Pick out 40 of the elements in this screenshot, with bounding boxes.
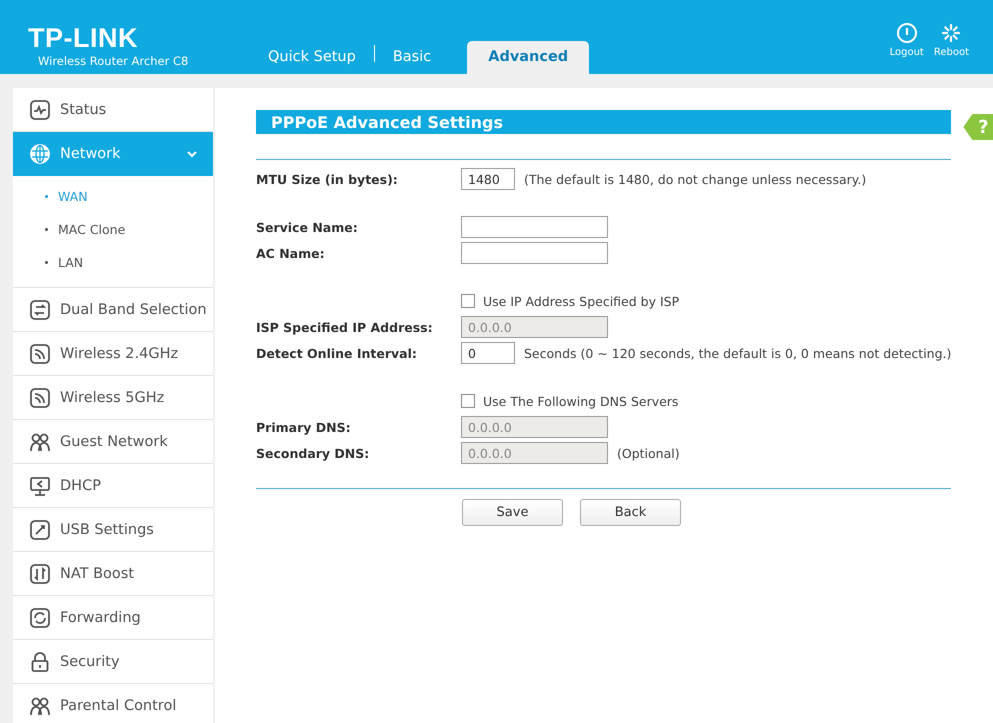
cycle-icon	[29, 606, 51, 628]
spinner-icon	[940, 22, 962, 44]
field-label: Service Name:	[256, 220, 359, 234]
field-label: Primary DNS:	[256, 420, 352, 434]
field-note: (Optional)	[617, 446, 680, 460]
checkbox[interactable]	[461, 394, 475, 408]
people-icon	[29, 430, 51, 452]
submenu-item[interactable]: LAN	[13, 246, 213, 279]
logo: TP-LINK	[28, 24, 139, 52]
wifi-icon	[29, 386, 51, 408]
field-label: AC Name:	[256, 246, 326, 260]
wifi-icon	[29, 342, 51, 364]
field-label: Secondary DNS:	[256, 446, 370, 460]
nav-tab[interactable]: Advanced	[467, 41, 590, 74]
section-title: PPPoE Advanced Settings	[271, 112, 504, 132]
back-button[interactable]: Back	[580, 499, 681, 526]
field-label: ISP Specified IP Address:	[256, 320, 434, 334]
family-icon	[29, 694, 51, 716]
lock-icon	[29, 650, 51, 672]
input-field[interactable]: 0	[461, 342, 515, 364]
input-field[interactable]	[461, 242, 608, 264]
globe-icon	[29, 143, 51, 165]
input-field[interactable]	[461, 216, 608, 238]
save-button[interactable]: Save	[462, 499, 563, 526]
checkbox[interactable]	[461, 294, 475, 308]
model-name: Wireless Router Archer C8	[38, 54, 190, 68]
swap-icon	[29, 298, 51, 320]
pulse-icon	[29, 98, 51, 120]
field-label: Detect Online Interval:	[256, 346, 418, 360]
monitor-icon	[29, 474, 51, 496]
field-note: Seconds (0 ~ 120 seconds, the default is 0, 0 means not detecting.)	[524, 346, 952, 360]
updown-icon	[29, 562, 51, 584]
checkbox-option[interactable]: Use IP Address Specified by ISP	[461, 294, 680, 308]
power-icon	[896, 22, 918, 44]
usb-icon	[29, 518, 51, 540]
input-field[interactable]: 1480	[461, 168, 515, 190]
checkbox-option[interactable]: Use The Following DNS Servers	[461, 394, 678, 408]
field-label: MTU Size (in bytes):	[256, 172, 399, 186]
field-note: (The default is 1480, do not change unless necessary.)	[524, 172, 866, 186]
submenu-item[interactable]: MAC Clone	[13, 213, 213, 246]
